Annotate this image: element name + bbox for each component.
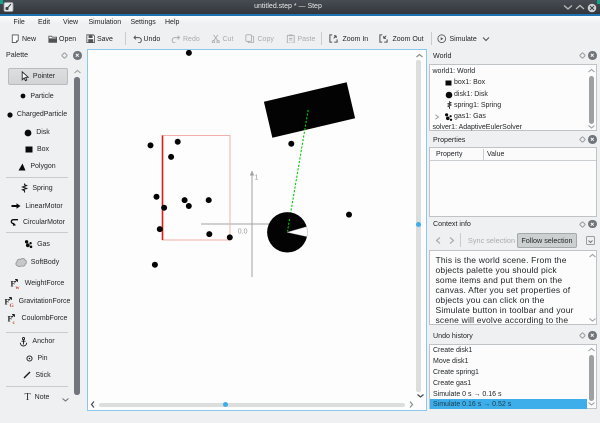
svg-text:0.0: 0.0 <box>238 229 248 236</box>
svg-text:1: 1 <box>255 175 259 182</box>
svg-text:w: w <box>15 285 19 289</box>
svg-text:c: c <box>12 319 15 323</box>
svg-text:G: G <box>9 303 14 307</box>
